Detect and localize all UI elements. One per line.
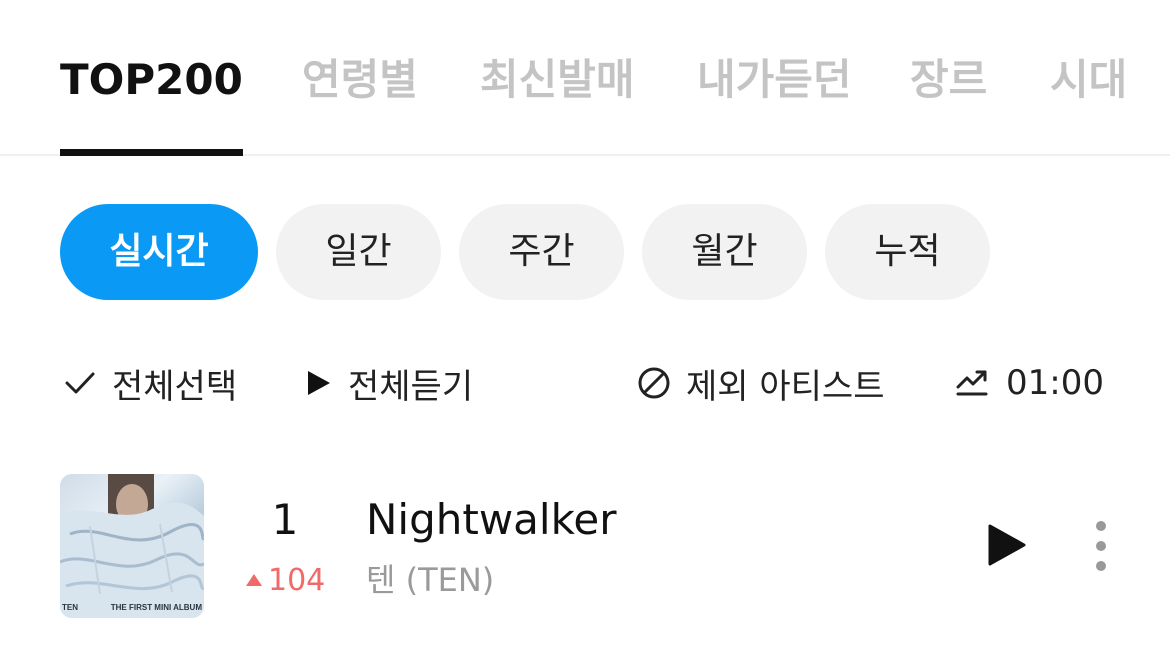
period-monthly[interactable]: 월간 bbox=[642, 204, 807, 300]
play-all-label: 전체듣기 bbox=[348, 366, 474, 407]
period-daily[interactable]: 일간 bbox=[276, 204, 441, 300]
trend-icon bbox=[956, 370, 988, 396]
tab-age[interactable]: 연령별 bbox=[302, 52, 418, 108]
rank-up-icon bbox=[246, 574, 262, 586]
check-icon bbox=[65, 372, 95, 394]
play-all-button[interactable]: 전체듣기 bbox=[302, 358, 473, 408]
select-all-button[interactable]: 전체선택 bbox=[62, 358, 237, 408]
song-rank: 1 bbox=[271, 495, 299, 544]
chart-time: 01:00 bbox=[1006, 363, 1104, 403]
active-tab-indicator bbox=[60, 149, 243, 156]
select-all-label: 전체선택 bbox=[112, 366, 238, 407]
album-cover[interactable]: TEN THE FIRST MINI ALBUM bbox=[60, 474, 204, 618]
tab-era[interactable]: 시대 bbox=[1050, 52, 1127, 108]
block-icon bbox=[638, 367, 670, 399]
rank-change: 104 bbox=[246, 560, 325, 600]
period-cumulative[interactable]: 누적 bbox=[825, 204, 990, 300]
cover-text-left: TEN bbox=[62, 603, 78, 612]
tab-my-history[interactable]: 내가듣던 bbox=[697, 52, 852, 108]
tab-new-release[interactable]: 최신발매 bbox=[480, 52, 635, 108]
rank-change-value: 104 bbox=[268, 562, 326, 598]
period-weekly[interactable]: 주간 bbox=[459, 204, 624, 300]
exclude-artist-button[interactable]: 제외 아티스트 bbox=[636, 358, 885, 408]
play-song-button[interactable] bbox=[980, 520, 1030, 570]
album-art-icon bbox=[60, 474, 204, 618]
cover-text: TEN THE FIRST MINI ALBUM bbox=[62, 602, 202, 614]
tab-top200[interactable]: TOP200 bbox=[60, 52, 243, 108]
exclude-artist-label: 제외 아티스트 bbox=[686, 366, 885, 407]
play-icon bbox=[308, 371, 330, 395]
cover-text-right: THE FIRST MINI ALBUM bbox=[110, 603, 202, 612]
chart-time-indicator[interactable]: 01:00 bbox=[954, 358, 1104, 408]
song-artist[interactable]: 텐 (TEN) bbox=[366, 558, 494, 602]
more-options-icon[interactable] bbox=[1084, 518, 1118, 574]
period-realtime[interactable]: 실시간 bbox=[60, 204, 258, 300]
tab-genre[interactable]: 장르 bbox=[910, 52, 987, 108]
top-tab-bar: TOP200 연령별 최신발매 내가듣던 장르 시대 bbox=[0, 0, 1170, 156]
song-title[interactable]: Nightwalker bbox=[366, 492, 617, 548]
